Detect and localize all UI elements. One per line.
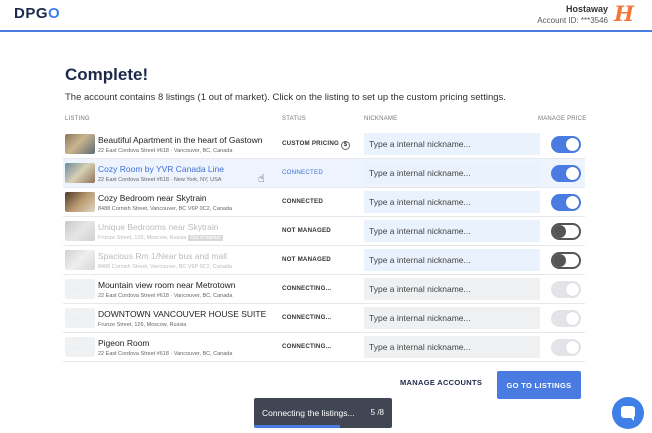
col-header-status: STATUS <box>282 116 306 122</box>
manage-price-toggle <box>551 281 581 298</box>
listing-row[interactable]: Beautiful Apartment in the heart of Gast… <box>63 130 585 159</box>
manage-price-toggle[interactable] <box>551 223 581 240</box>
top-bar: DPGO Hostaway Account ID: ***3546 H <box>0 0 652 32</box>
listing-thumbnail-placeholder: ··· <box>65 279 95 299</box>
toast-progress-text: 5 /8 <box>370 408 384 417</box>
nickname-input[interactable] <box>364 133 540 155</box>
nickname-input <box>364 278 540 300</box>
toast-progress-bar <box>254 425 341 428</box>
nickname-input[interactable] <box>364 249 540 271</box>
listing-address: 22 East Cordova Street #618 · Vancouver,… <box>98 351 233 357</box>
listing-name[interactable]: Cozy Room by YVR Canada Line <box>98 164 224 174</box>
account-name: Hostaway <box>565 4 608 14</box>
listing-thumbnail <box>65 250 95 270</box>
listing-thumbnail <box>65 134 95 154</box>
listing-name: Cozy Bedroom near Skytrain <box>98 193 207 203</box>
toast-message: Connecting the listings... <box>262 408 355 418</box>
listing-status: CONNECTED <box>282 198 323 205</box>
out-of-market-badge: Out of market <box>188 235 223 241</box>
listing-status: CUSTOM PRICING $ <box>282 140 351 150</box>
nickname-input[interactable] <box>364 220 540 242</box>
listing-status: CONNECTING... <box>282 343 332 350</box>
nickname-input[interactable] <box>364 191 540 213</box>
listing-thumbnail <box>65 221 95 241</box>
listing-row[interactable]: Cozy Bedroom near Skytrain 8488 Cornish … <box>63 188 585 217</box>
listing-name: DOWNTOWN VANCOUVER HOUSE SUITE <box>98 309 267 319</box>
manage-price-toggle <box>551 339 581 356</box>
page-subtitle: The account contains 8 listings (1 out o… <box>65 92 506 103</box>
hostaway-logo: H <box>614 1 634 26</box>
listing-address: 8488 Cornish Street, Vancouver, BC V6P 0… <box>98 206 233 212</box>
listing-address: 8488 Cornish Street, Vancouver, BC V6P 0… <box>98 264 233 270</box>
listing-address: Frunze Street, 126, Moscow, Russia Out of… <box>98 235 223 241</box>
connecting-toast: Connecting the listings... 5 /8 <box>254 398 392 428</box>
listing-row[interactable]: ··· Pigeon Room 22 East Cordova Street #… <box>63 333 585 362</box>
manage-price-toggle[interactable] <box>551 136 581 153</box>
account-id: Account ID: ***3546 <box>537 16 608 25</box>
listing-status: CONNECTED <box>282 169 323 176</box>
manage-price-toggle <box>551 310 581 327</box>
manage-accounts-button[interactable]: MANAGE ACCOUNTS <box>400 378 482 387</box>
page-title: Complete! <box>65 65 149 84</box>
dollar-circle-icon[interactable]: $ <box>341 141 351 150</box>
manage-price-toggle[interactable] <box>551 194 581 211</box>
chat-bubble-icon[interactable] <box>612 397 644 429</box>
listing-row[interactable]: ··· DOWNTOWN VANCOUVER HOUSE SUITE Frunz… <box>63 304 585 333</box>
listing-address: 22 East Cordova Street #618 · Vancouver,… <box>98 293 233 299</box>
listing-thumbnail <box>65 192 95 212</box>
hand-pointer-icon: ☝ <box>258 173 265 185</box>
listing-name: Beautiful Apartment in the heart of Gast… <box>98 135 263 145</box>
manage-price-toggle[interactable] <box>551 165 581 182</box>
listing-row[interactable]: Unique Bedrooms near Skytrain Frunze Str… <box>63 217 585 246</box>
dpgo-logo[interactable]: DPGO <box>14 5 60 22</box>
listing-status: NOT MANAGED <box>282 256 331 263</box>
listing-address: Frunze Street, 126, Moscow, Russia <box>98 322 187 328</box>
listing-row[interactable]: Cozy Room by YVR Canada Line 22 East Cor… <box>63 159 585 188</box>
listing-name: Pigeon Room <box>98 338 150 348</box>
listing-name: Spacious Rm 1/Near bus and mall <box>98 251 227 261</box>
col-header-nickname: NICKNAME <box>364 116 398 122</box>
listing-status: NOT MANAGED <box>282 227 331 234</box>
nickname-input <box>364 336 540 358</box>
listing-name: Unique Bedrooms near Skytrain <box>98 222 219 232</box>
col-header-listing: LISTING <box>65 116 90 122</box>
listing-status: CONNECTING... <box>282 314 332 321</box>
listing-row[interactable]: Spacious Rm 1/Near bus and mall 8488 Cor… <box>63 246 585 275</box>
listing-address: 22 East Cordova Street #618 · Vancouver,… <box>98 148 233 154</box>
col-header-manage-price: MANAGE PRICE <box>538 116 587 122</box>
listing-status: CONNECTING... <box>282 285 332 292</box>
account-info: Hostaway Account ID: ***3546 <box>537 4 608 26</box>
nickname-input <box>364 307 540 329</box>
listing-thumbnail-placeholder: ··· <box>65 308 95 328</box>
go-to-listings-button[interactable]: GO TO LISTINGS <box>497 371 581 399</box>
listing-address: 22 East Cordova Street #618 · New York, … <box>98 177 222 183</box>
nickname-input[interactable] <box>364 162 540 184</box>
listing-thumbnail <box>65 163 95 183</box>
listing-thumbnail-placeholder: ··· <box>65 337 95 357</box>
manage-price-toggle[interactable] <box>551 252 581 269</box>
listing-row[interactable]: ··· Mountain view room near Metrotown 22… <box>63 275 585 304</box>
listing-name: Mountain view room near Metrotown <box>98 280 236 290</box>
